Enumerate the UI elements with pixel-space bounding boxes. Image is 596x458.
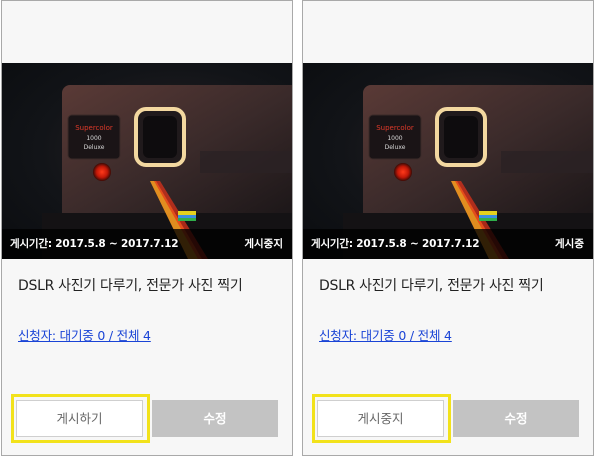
edit-button[interactable]: 수정 (453, 400, 579, 437)
course-title[interactable]: DSLR 사진기 다루기, 전문가 사진 찍기 (319, 275, 544, 295)
post-period: 게시기간: 2017.5.8 ~ 2017.7.12 (311, 238, 480, 250)
applicants-link[interactable]: 신청자: 대기중 0 / 전체 4 (319, 325, 452, 344)
course-card-1: Supercolor 1000 Deluxe 게시기간: 2017.5.8 ~ … (1, 0, 293, 456)
camera-edition-text: Deluxe (385, 144, 406, 151)
post-info-overlay: 게시기간: 2017.5.8 ~ 2017.7.12 게시중지 (2, 229, 292, 259)
camera-model-text: 1000 (387, 135, 402, 142)
post-period: 게시기간: 2017.5.8 ~ 2017.7.12 (10, 238, 179, 250)
post-status: 게시중지 (244, 238, 283, 250)
post-status: 게시중 (555, 238, 584, 250)
camera-brand-text: Supercolor (376, 124, 414, 132)
camera-model-text: 1000 (86, 135, 101, 142)
camera-edition-text: Deluxe (84, 144, 105, 151)
publish-button[interactable]: 게시하기 (16, 400, 143, 437)
edit-button[interactable]: 수정 (152, 400, 278, 437)
applicants-link[interactable]: 신청자: 대기중 0 / 전체 4 (18, 325, 151, 344)
course-title[interactable]: DSLR 사진기 다루기, 전문가 사진 찍기 (18, 275, 243, 295)
camera-brand-text: Supercolor (75, 124, 113, 132)
post-info-overlay: 게시기간: 2017.5.8 ~ 2017.7.12 게시중 (303, 229, 593, 259)
unpublish-button[interactable]: 게시중지 (317, 400, 444, 437)
course-card-2: Supercolor 1000 Deluxe 게시기간: 2017.5.8 ~ … (302, 0, 594, 456)
